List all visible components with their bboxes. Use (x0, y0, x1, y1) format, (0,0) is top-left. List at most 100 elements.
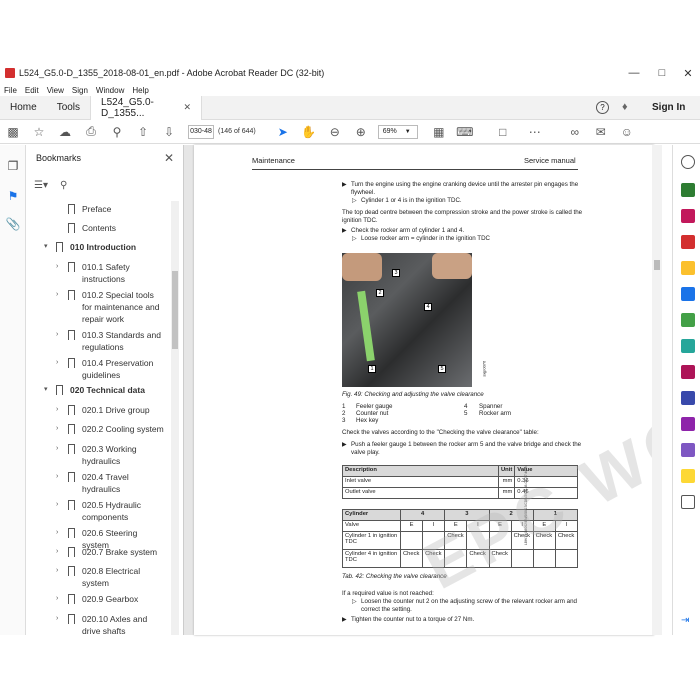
fill-sign-icon[interactable] (681, 365, 695, 379)
bookmark-options-icon[interactable]: ☰▾ (34, 180, 48, 191)
close-panel-icon[interactable]: ✕ (164, 151, 174, 165)
tab-home[interactable]: Home (0, 96, 47, 120)
create-pdf-icon[interactable] (681, 209, 695, 223)
comment-icon[interactable]: □ (490, 125, 516, 139)
paragraph-check-valves: Check the valves according to the "Check… (342, 429, 539, 436)
print-icon[interactable]: ⎙ (78, 124, 104, 139)
chevron-right-icon[interactable]: › (56, 546, 58, 558)
menu-file[interactable]: File (4, 86, 17, 95)
page-down-icon[interactable]: ⇩ (156, 125, 182, 139)
chevron-right-icon[interactable]: › (56, 499, 58, 511)
more-tools-icon[interactable] (681, 495, 695, 509)
bookmark-ribbon-icon (68, 262, 75, 272)
prepare-form-icon[interactable] (681, 417, 695, 431)
edit-pdf-icon[interactable] (681, 235, 695, 249)
document-scrollbar-thumb[interactable] (654, 260, 660, 270)
tab-document[interactable]: L524_G5.0-D_1355... ✕ (90, 95, 203, 120)
chevron-right-icon[interactable]: › (56, 443, 58, 455)
organize-pages-icon[interactable] (681, 313, 695, 327)
page-number-input[interactable]: 030-48 (188, 124, 214, 139)
bookmark-label: Contents (82, 223, 117, 233)
menu-window[interactable]: Window (96, 86, 124, 95)
close-window-button[interactable]: ✕ (674, 62, 700, 84)
table-caption: Tab. 42: Checking the valve clearance (342, 573, 447, 580)
step-3: Push a feeler gauge 1 between the rocker… (351, 441, 582, 456)
side-document-code: LBH/10446002/EN/0/09.13/CDR/2018-08-01_0… (524, 465, 528, 545)
page-up-icon[interactable]: ⇧ (130, 125, 156, 139)
upload-cloud-icon[interactable]: ☁ (52, 125, 78, 139)
search-icon[interactable] (681, 155, 695, 169)
comment-tool-icon[interactable] (681, 261, 695, 275)
step-5: Tighten the counter nut to a torque of 2… (351, 616, 475, 623)
sign-in-button[interactable]: Sign In (652, 102, 685, 113)
chevron-right-icon[interactable]: › (56, 404, 58, 416)
send-for-signature-icon[interactable] (681, 443, 695, 457)
notification-bell-icon[interactable]: ♦ (622, 101, 628, 113)
zoom-in-icon[interactable]: ⊕ (348, 125, 374, 139)
find-bookmark-icon[interactable]: ⚲ (60, 180, 67, 191)
chevron-right-icon[interactable]: › (56, 527, 58, 539)
bookmarks-scrollbar[interactable] (171, 201, 179, 635)
keyboard-icon[interactable]: ⌨ (452, 125, 478, 139)
maximize-button[interactable]: □ (648, 62, 676, 84)
link-icon[interactable]: ∞ (562, 125, 588, 139)
chevron-right-icon[interactable]: › (56, 261, 58, 273)
menu-view[interactable]: View (47, 86, 64, 95)
tab-bar: Home Tools L524_G5.0-D_1355... ✕ ? ♦ Sig… (0, 95, 700, 120)
bookmark-label: 010.3 Standards and regulations (82, 330, 161, 352)
chevron-right-icon[interactable]: › (56, 423, 58, 435)
menu-sign[interactable]: Sign (72, 86, 88, 95)
bookmark-label: 010 Introduction (70, 242, 137, 252)
chevron-right-icon[interactable]: › (56, 565, 58, 577)
export-pdf-icon[interactable] (681, 183, 695, 197)
menu-edit[interactable]: Edit (25, 86, 39, 95)
step-arrow: ▶ (342, 616, 347, 623)
bookmark-ribbon-icon (68, 330, 75, 340)
chevron-right-icon[interactable]: › (56, 613, 58, 625)
bookmarks-scrollbar-thumb[interactable] (172, 271, 178, 349)
chevron-right-icon[interactable]: › (56, 289, 58, 301)
chevron-right-icon[interactable]: › (56, 471, 58, 483)
hand-tool-icon[interactable]: ✋ (296, 125, 322, 139)
zoom-level-select[interactable]: 69% ▼ (377, 124, 418, 139)
account-icon[interactable]: ☺ (614, 125, 640, 139)
chevron-right-icon[interactable]: › (56, 357, 58, 369)
send-comments-icon[interactable] (681, 469, 695, 483)
chevron-right-icon[interactable]: › (56, 329, 58, 341)
chevron-down-icon: ▼ (404, 128, 411, 135)
fit-page-icon[interactable]: ▦ (426, 125, 452, 139)
more-options-icon[interactable]: ⋯ (522, 125, 548, 139)
menu-help[interactable]: Help (132, 86, 148, 95)
collapse-rail-icon[interactable]: ⇥ (681, 615, 695, 629)
bookmark-label: 020.10 Axles and drive shafts (82, 614, 148, 635)
bookmark-ribbon-icon (68, 500, 75, 510)
tab-tools[interactable]: Tools (47, 96, 90, 120)
star-icon[interactable]: ☆ (26, 125, 52, 139)
page-thumbnails-icon[interactable]: ❐ (4, 157, 22, 175)
select-cursor-icon[interactable]: ➤ (270, 125, 296, 139)
page-count: (146 of 644) (218, 128, 256, 135)
search-zoom-icon[interactable]: ⚲ (104, 125, 130, 139)
chevron-right-icon[interactable]: › (56, 593, 58, 605)
zoom-out-icon[interactable]: ⊖ (322, 125, 348, 139)
bookmark-ribbon-icon (68, 290, 75, 300)
bookmark-label: 020 Technical data (70, 385, 145, 395)
close-tab-icon[interactable]: ✕ (184, 102, 192, 113)
feeler-gauge-shape (357, 290, 375, 362)
minimize-button[interactable]: — (620, 62, 648, 84)
email-icon[interactable]: ✉ (588, 125, 614, 139)
bookmark-panel-icon[interactable]: ⚑ (4, 187, 22, 205)
chevron-down-icon[interactable]: ▾ (44, 384, 48, 396)
scan-enhance-icon[interactable] (681, 339, 695, 353)
bookmark-label: 020.3 Working hydraulics (82, 444, 137, 466)
combine-files-icon[interactable] (681, 287, 695, 301)
save-icon[interactable]: ▩ (0, 125, 26, 139)
table-cell (554, 549, 579, 568)
figure-caption: Fig. 49: Checking and adjusting the valv… (342, 391, 484, 398)
help-icon[interactable]: ? (596, 101, 609, 114)
protect-icon[interactable] (681, 391, 695, 405)
callout-2: 2 (376, 289, 384, 297)
attachments-icon[interactable]: 📎 (4, 215, 22, 233)
chevron-down-icon[interactable]: ▾ (44, 241, 48, 253)
document-scrollbar[interactable] (652, 145, 662, 635)
